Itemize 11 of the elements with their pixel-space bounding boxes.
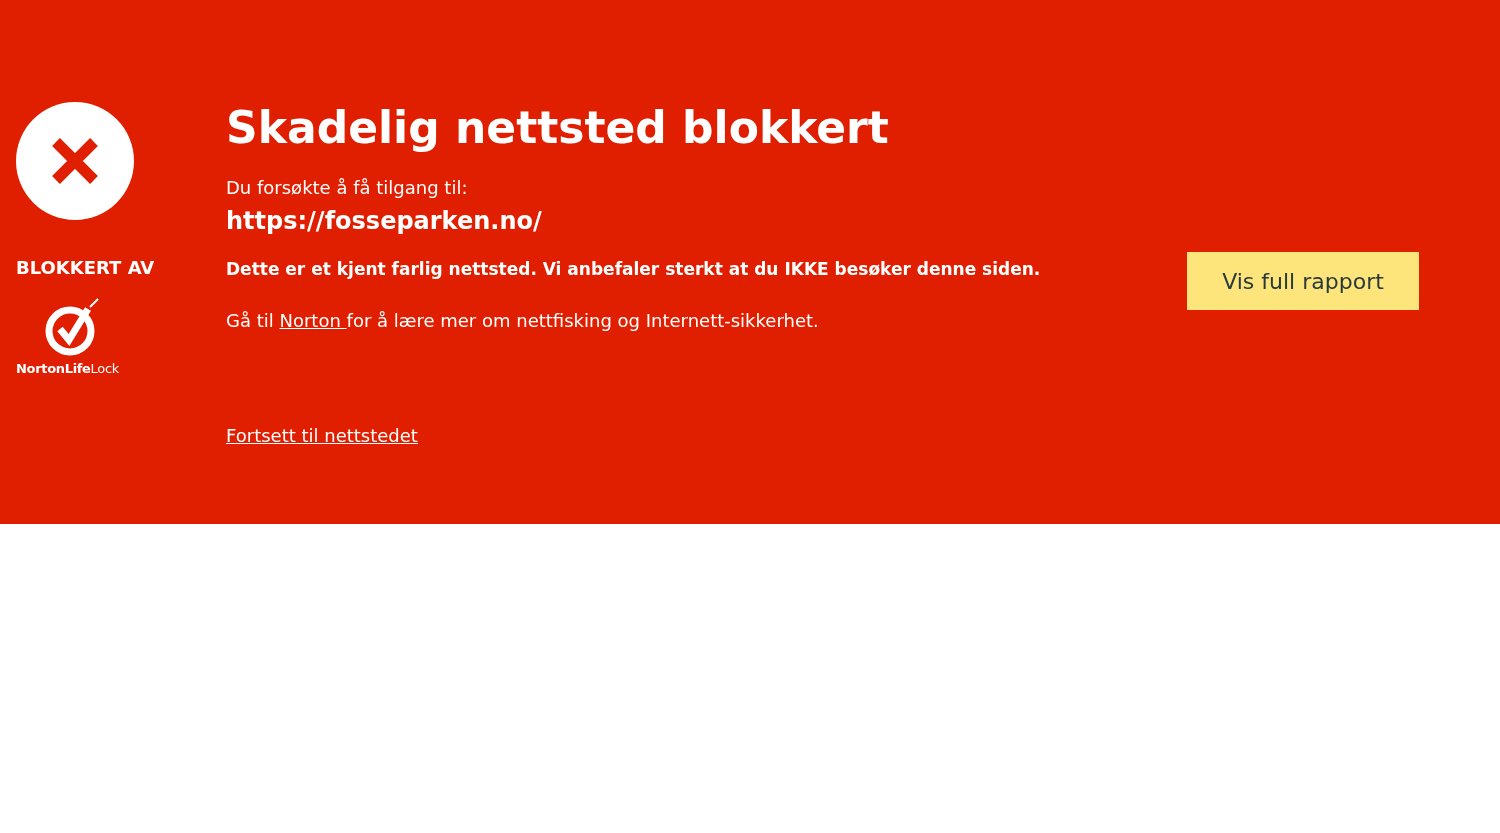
logo-text: NortonLifeLock (16, 360, 119, 378)
blocked-url: https://fosseparken.no/ (226, 206, 542, 237)
info-text: Gå til Norton for å lære mer om nettfisking og Internett-sikkerhet. (226, 308, 819, 333)
report-button[interactable]: Vis full rapport (1187, 252, 1419, 310)
warning-text: Dette er et kjent farlig nettsted. Vi anbefaler sterkt at du IKKE besøker denne siden. (226, 258, 1041, 281)
continue-link[interactable]: Fortsett til nettstedet (226, 421, 418, 449)
norton-link[interactable]: Norton (279, 309, 347, 331)
page-title: Skadelig nettsted blokkert (226, 101, 889, 155)
blocked-by-label: BLOKKERT AV (16, 256, 156, 280)
attempt-label: Du forsøkte å få tilgang til: (226, 176, 468, 200)
blocked-icon (16, 102, 134, 220)
